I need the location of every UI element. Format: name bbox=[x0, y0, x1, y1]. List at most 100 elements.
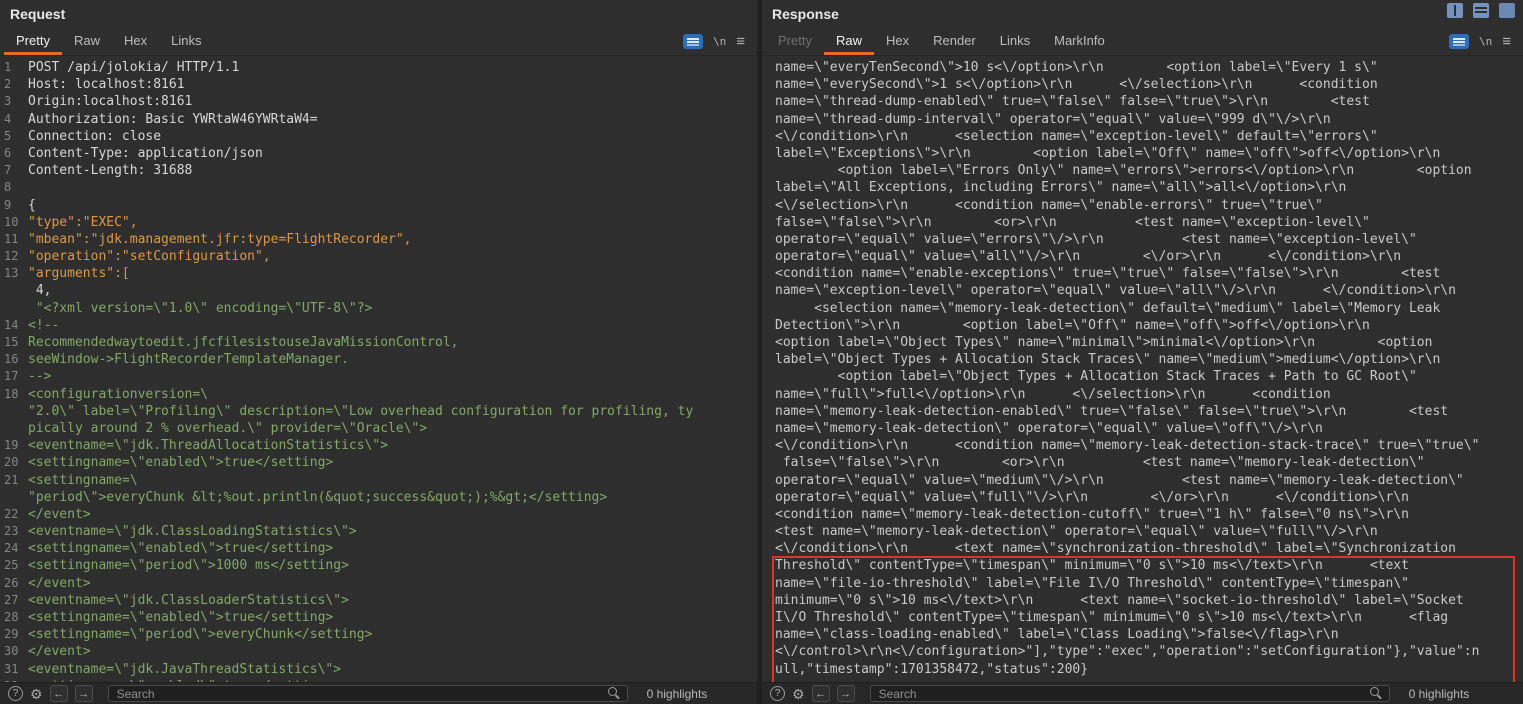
code-line: Detection\">\r\n <option label=\"Off\" n… bbox=[762, 317, 1523, 334]
line-number: 20 bbox=[0, 454, 24, 471]
code-line: operator=\"equal\" value=\"errors\"\/>\r… bbox=[762, 231, 1523, 248]
tab-hex[interactable]: Hex bbox=[112, 28, 159, 55]
code-line: name=\"memory-leak-detection-enabled\" t… bbox=[762, 403, 1523, 420]
line-number: 6 bbox=[0, 145, 24, 162]
code-line: 27<eventname=\"jdk.ClassLoaderStatistics… bbox=[0, 592, 757, 609]
code-line: <option label=\"Object Types\" name=\"mi… bbox=[762, 334, 1523, 351]
help-icon[interactable]: ? bbox=[770, 686, 785, 701]
wrap-lines-icon[interactable] bbox=[1449, 34, 1469, 49]
code-line: name=\"file-io-threshold\" label=\"File … bbox=[762, 575, 1523, 592]
line-number: 25 bbox=[0, 557, 24, 574]
tab-raw[interactable]: Raw bbox=[62, 28, 112, 55]
code-line: name=\"everySecond\">1 s<\/option>\r\n <… bbox=[762, 76, 1523, 93]
magnifier-icon bbox=[1370, 687, 1383, 700]
line-number: 3 bbox=[0, 93, 24, 110]
line-number: 13 bbox=[0, 265, 24, 282]
menu-icon[interactable]: ≡ bbox=[736, 34, 745, 49]
code-line: 4Authorization: Basic YWRtaW46YWRtaW4= bbox=[0, 111, 757, 128]
prev-match-button[interactable]: ← bbox=[50, 685, 68, 702]
request-code: 1POST /api/jolokia/ HTTP/1.12Host: local… bbox=[0, 59, 757, 682]
tab-links[interactable]: Links bbox=[988, 28, 1042, 55]
code-line: <test name=\"memory-leak-detection\" ope… bbox=[762, 523, 1523, 540]
show-newlines-icon[interactable]: \n bbox=[1479, 35, 1492, 48]
settings-gear-icon[interactable]: ⚙ bbox=[792, 687, 805, 701]
next-match-button[interactable]: → bbox=[837, 685, 855, 702]
line-number: 10 bbox=[0, 214, 24, 231]
request-header: Request bbox=[0, 0, 757, 28]
line-number: 31 bbox=[0, 661, 24, 678]
help-icon[interactable]: ? bbox=[8, 686, 23, 701]
tab-markinfo[interactable]: MarkInfo bbox=[1042, 28, 1117, 55]
code-line: 30</event> bbox=[0, 643, 757, 660]
code-line: name=\"everyTenSecond\">10 s<\/option>\r… bbox=[762, 59, 1523, 76]
code-line: 3Origin:localhost:8161 bbox=[0, 93, 757, 110]
tab-pretty[interactable]: Pretty bbox=[766, 28, 824, 55]
code-line: <\/condition>\r\n <selection name=\"exce… bbox=[762, 128, 1523, 145]
code-line: minimum=\"0 s\">10 ms<\/text>\r\n <text … bbox=[762, 592, 1523, 609]
settings-gear-icon[interactable]: ⚙ bbox=[30, 687, 43, 701]
code-line: I\/O Threshold\" contentType=\"timespan\… bbox=[762, 609, 1523, 626]
tab-links[interactable]: Links bbox=[159, 28, 213, 55]
code-line: 26</event> bbox=[0, 575, 757, 592]
search-field-wrap bbox=[870, 685, 1390, 702]
tab-raw[interactable]: Raw bbox=[824, 28, 874, 55]
code-line: 28<settingname=\"enabled\">true</setting… bbox=[0, 609, 757, 626]
code-line: 7Content-Length: 31688 bbox=[0, 162, 757, 179]
code-line: 2Host: localhost:8161 bbox=[0, 76, 757, 93]
line-number: 17 bbox=[0, 368, 24, 385]
line-number: 5 bbox=[0, 128, 24, 145]
request-tab-icons: \n ≡ bbox=[683, 28, 753, 55]
code-line: 11"mbean":"jdk.management.jfr:type=Fligh… bbox=[0, 231, 757, 248]
split-columns-icon[interactable] bbox=[1447, 3, 1463, 18]
code-line: operator=\"equal\" value=\"full\"\/>\r\n… bbox=[762, 489, 1523, 506]
code-line: name=\"exception-level\" operator=\"equa… bbox=[762, 282, 1523, 299]
single-pane-icon[interactable] bbox=[1499, 3, 1515, 18]
line-number: 18 bbox=[0, 386, 24, 403]
line-number: 23 bbox=[0, 523, 24, 540]
line-number: 26 bbox=[0, 575, 24, 592]
search-input[interactable] bbox=[108, 685, 628, 702]
line-number: 30 bbox=[0, 643, 24, 660]
request-title: Request bbox=[10, 6, 65, 22]
line-number: 16 bbox=[0, 351, 24, 368]
tab-render[interactable]: Render bbox=[921, 28, 988, 55]
code-line: <condition name=\"memory-leak-detection-… bbox=[762, 506, 1523, 523]
prev-match-button[interactable]: ← bbox=[812, 685, 830, 702]
code-line: label=\"All Exceptions, including Errors… bbox=[762, 179, 1523, 196]
line-number: 32 bbox=[0, 678, 24, 682]
code-line: 1POST /api/jolokia/ HTTP/1.1 bbox=[0, 59, 757, 76]
request-editor[interactable]: 1POST /api/jolokia/ HTTP/1.12Host: local… bbox=[0, 56, 757, 682]
search-input[interactable] bbox=[870, 685, 1390, 702]
code-line: ull,"timestamp":1701358472,"status":200} bbox=[762, 661, 1523, 678]
code-line: 20<settingname=\"enabled\">true</setting… bbox=[0, 454, 757, 471]
code-line: 15Recommendedwaytoedit.jfcfilesistouseJa… bbox=[0, 334, 757, 351]
response-title: Response bbox=[772, 6, 839, 22]
code-line: false=\"false\">\r\n <or>\r\n <test name… bbox=[762, 214, 1523, 231]
request-searchbar: ? ⚙ ← → 0 highlights bbox=[0, 682, 757, 704]
wrap-lines-icon[interactable] bbox=[683, 34, 703, 49]
show-newlines-icon[interactable]: \n bbox=[713, 35, 726, 48]
line-number: 12 bbox=[0, 248, 24, 265]
line-number: 14 bbox=[0, 317, 24, 334]
line-number: 27 bbox=[0, 592, 24, 609]
code-line: 12"operation":"setConfiguration", bbox=[0, 248, 757, 265]
line-number: 28 bbox=[0, 609, 24, 626]
code-line: name=\"memory-leak-detection\" operator=… bbox=[762, 420, 1523, 437]
code-line: "<?xml version=\"1.0\" encoding=\"UTF-8\… bbox=[0, 300, 757, 317]
next-match-button[interactable]: → bbox=[75, 685, 93, 702]
line-number bbox=[0, 300, 24, 317]
code-line: 18<configurationversion=\ bbox=[0, 386, 757, 403]
split-rows-icon[interactable] bbox=[1473, 3, 1489, 18]
line-number bbox=[0, 489, 24, 506]
line-number: 8 bbox=[0, 179, 24, 196]
code-line: <\/selection>\r\n <condition name=\"enab… bbox=[762, 197, 1523, 214]
tab-pretty[interactable]: Pretty bbox=[4, 28, 62, 55]
line-number: 19 bbox=[0, 437, 24, 454]
tab-hex[interactable]: Hex bbox=[874, 28, 921, 55]
response-editor[interactable]: name=\"everyTenSecond\">10 s<\/option>\r… bbox=[762, 56, 1523, 682]
http-message-viewer: Request PrettyRawHexLinks \n ≡ 1POST /ap… bbox=[0, 0, 1523, 704]
line-number: 1 bbox=[0, 59, 24, 76]
menu-icon[interactable]: ≡ bbox=[1502, 34, 1511, 49]
code-line: label=\"Exceptions\">\r\n <option label=… bbox=[762, 145, 1523, 162]
code-line: <selection name=\"memory-leak-detection\… bbox=[762, 300, 1523, 317]
